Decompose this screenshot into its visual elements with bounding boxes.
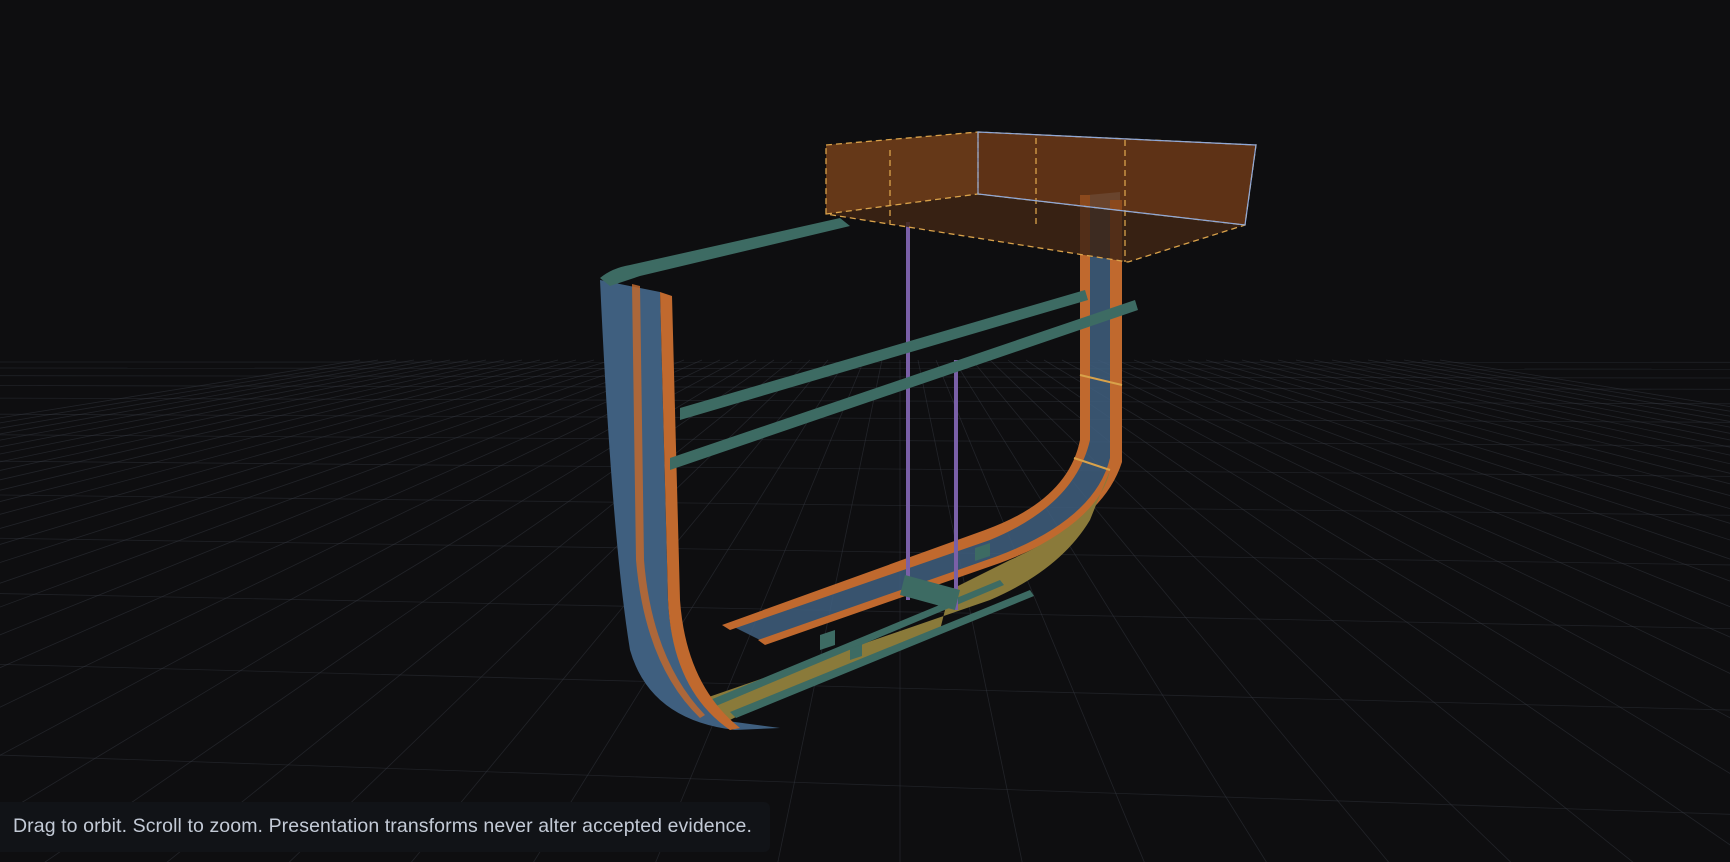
grid-line: [1403, 359, 1730, 417]
grid-line: [0, 537, 1730, 566]
grid-line: [1421, 359, 1730, 412]
grid-line: [1439, 359, 1730, 408]
grid-line: [1097, 359, 1730, 638]
side-stringer-upper[interactable]: [680, 290, 1088, 420]
far-shell-edge-inner: [758, 200, 1122, 645]
grid-line: [166, 359, 793, 862]
grid-line: [1367, 359, 1730, 428]
grid-line: [0, 494, 1730, 516]
grid-line: [1313, 359, 1730, 448]
grid-line: [935, 359, 1145, 862]
grid-line: [1259, 359, 1730, 474]
grid-line: [0, 460, 1730, 477]
grid-line: [1151, 359, 1730, 560]
grid-line: [971, 359, 1389, 862]
bottom-floor-bracket-1: [820, 630, 835, 650]
scene-canvas[interactable]: [0, 0, 1730, 862]
pillar-1[interactable]: [906, 222, 910, 600]
interaction-hint-bar: Drag to orbit. Scroll to zoom. Presentat…: [0, 802, 770, 852]
grid-line: [0, 434, 1730, 447]
grid-line: [1295, 359, 1730, 456]
side-stringer-lower[interactable]: [670, 300, 1138, 470]
grid-line: [1043, 359, 1730, 774]
far-shell-plate[interactable]: [730, 192, 1120, 640]
ground-grid: [0, 359, 1730, 862]
grid-line: [1241, 359, 1730, 485]
grid-line: [1025, 359, 1730, 846]
grid-line: [0, 663, 1730, 711]
interaction-hint-text: Drag to orbit. Scroll to zoom. Presentat…: [12, 815, 752, 837]
grid-line: [1223, 359, 1730, 496]
deck-stringer-top[interactable]: [600, 218, 850, 286]
grid-line: [1061, 359, 1730, 719]
3d-viewport[interactable]: Drag to orbit. Scroll to zoom. Presentat…: [0, 0, 1730, 862]
grid-line: [1205, 359, 1730, 510]
pillar-2[interactable]: [954, 360, 958, 610]
hull-section-model[interactable]: [600, 131, 1257, 730]
grid-line: [0, 375, 1730, 379]
